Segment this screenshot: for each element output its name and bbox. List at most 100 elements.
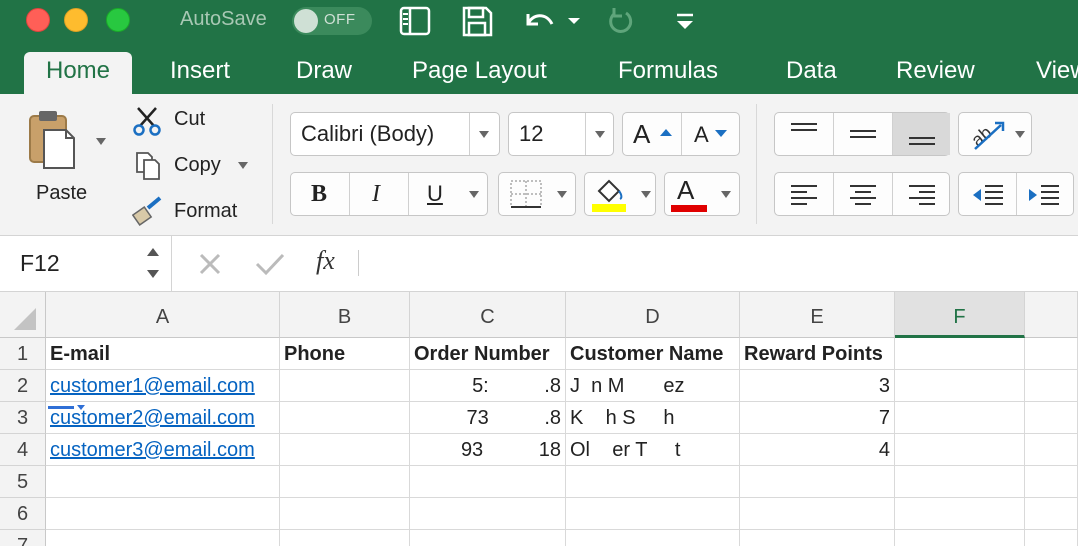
cell-d7[interactable] [566,530,740,546]
align-right-button[interactable] [893,173,950,215]
select-all-button[interactable] [0,292,46,338]
row-header-4[interactable]: 4 [0,434,46,466]
cell-f6[interactable] [895,498,1025,530]
text-orientation-button[interactable]: ab [958,112,1032,156]
tab-review[interactable]: Review [896,52,975,94]
cell-f5[interactable] [895,466,1025,498]
customize-toolbar-button[interactable] [672,4,698,38]
copy-options-arrow[interactable] [238,162,248,169]
tab-page-layout[interactable]: Page Layout [412,52,547,94]
column-header-g[interactable] [1025,292,1078,338]
row-header-1[interactable]: 1 [0,338,46,370]
cell-c4[interactable]: 93 18 [410,434,566,466]
align-bottom-button[interactable] [893,113,950,155]
align-top-button[interactable] [775,113,833,155]
cell-a4[interactable]: customer3@email.com [46,434,280,466]
tab-home[interactable]: Home [24,52,133,94]
cell-e7[interactable] [740,530,895,546]
name-box[interactable]: F12 [0,236,172,292]
column-header-e[interactable]: E [740,292,895,338]
format-label[interactable]: Format [174,200,237,223]
column-header-b[interactable]: B [280,292,410,338]
cut-label[interactable]: Cut [174,108,205,131]
cell-g5[interactable] [1025,466,1078,498]
row-header-6[interactable]: 6 [0,498,46,530]
cell-b1[interactable]: Phone [280,338,410,370]
cell-f2[interactable] [895,370,1025,402]
cell-e6[interactable] [740,498,895,530]
row-header-2[interactable]: 2 [0,370,46,402]
format-painter-button[interactable] [131,196,164,231]
copy-button[interactable] [134,150,164,187]
column-header-a[interactable]: A [46,292,280,338]
align-left-button[interactable] [775,173,833,215]
column-header-c[interactable]: C [410,292,566,338]
paste-options-arrow[interactable] [96,138,106,145]
formula-input[interactable] [370,250,1060,278]
align-center-button[interactable] [834,173,892,215]
save-button[interactable] [460,4,494,38]
cell-c5[interactable] [410,466,566,498]
tab-data[interactable]: Data [786,52,837,94]
tab-view[interactable]: View [1036,52,1078,94]
zoom-window-button[interactable] [106,8,130,32]
cancel-icon[interactable] [196,250,224,278]
insert-function-button[interactable]: fx [316,246,335,276]
cell-d2[interactable]: J n M ez [566,370,740,402]
cell-d6[interactable] [566,498,740,530]
cell-b3[interactable] [280,402,410,434]
cell-g7[interactable] [1025,530,1078,546]
autocorrect-indicator[interactable] [48,406,74,409]
cell-c3[interactable]: 73 .8 [410,402,566,434]
cell-b7[interactable] [280,530,410,546]
row-header-5[interactable]: 5 [0,466,46,498]
cell-e2[interactable]: 3 [740,370,895,402]
cell-d1[interactable]: Customer Name [566,338,740,370]
increase-font-size-button[interactable]: A [623,113,681,155]
cell-g6[interactable] [1025,498,1078,530]
decrease-indent-button[interactable] [959,173,1016,215]
copy-label[interactable]: Copy [174,154,221,177]
cell-c6[interactable] [410,498,566,530]
undo-button[interactable] [520,4,580,38]
font-size-select[interactable]: 12 [508,112,614,156]
cell-b2[interactable] [280,370,410,402]
cell-c2[interactable]: 5: .8 [410,370,566,402]
cell-e1[interactable]: Reward Points [740,338,895,370]
spreadsheet-grid[interactable]: A B C D E F 1 2 3 4 5 6 7 E-mail Phone O… [0,292,1078,546]
underline-options-arrow[interactable] [469,191,479,198]
cell-d3[interactable]: K h S h [566,402,740,434]
checkmark-icon[interactable] [254,250,286,278]
tab-draw[interactable]: Draw [296,52,352,94]
cell-g3[interactable] [1025,402,1078,434]
cell-f1[interactable] [895,338,1025,370]
cell-e5[interactable] [740,466,895,498]
decrease-font-size-button[interactable]: A [682,113,740,155]
cell-a1[interactable]: E-mail [46,338,280,370]
cell-d5[interactable] [566,466,740,498]
cell-e4[interactable]: 4 [740,434,895,466]
align-middle-button[interactable] [834,113,892,155]
cell-f3[interactable] [895,402,1025,434]
cell-b5[interactable] [280,466,410,498]
cell-d4[interactable]: Ol er T t [566,434,740,466]
cell-b6[interactable] [280,498,410,530]
fill-color-button[interactable] [584,172,656,216]
autosave-toggle[interactable]: OFF [292,7,372,35]
redo-button[interactable] [604,4,638,38]
row-header-3[interactable]: 3 [0,402,46,434]
close-window-button[interactable] [26,8,50,32]
cell-g1[interactable] [1025,338,1078,370]
paste-button[interactable] [26,108,82,175]
increase-indent-button[interactable] [1017,173,1073,215]
cell-c1[interactable]: Order Number [410,338,566,370]
cell-f4[interactable] [895,434,1025,466]
bold-button[interactable]: B [291,173,349,215]
cell-c7[interactable] [410,530,566,546]
font-family-select[interactable]: Calibri (Body) [290,112,500,156]
borders-button[interactable] [498,172,576,216]
cell-e3[interactable]: 7 [740,402,895,434]
underline-button[interactable]: U [409,173,467,215]
italic-button[interactable]: I [350,173,408,215]
font-color-button[interactable]: A [664,172,740,216]
